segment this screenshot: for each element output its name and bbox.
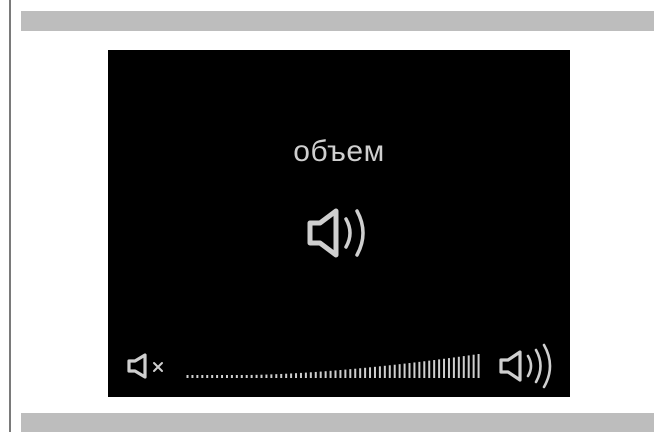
volume-tick (191, 375, 194, 378)
volume-tick (472, 354, 475, 378)
volume-tick (364, 367, 367, 378)
volume-tick (304, 372, 307, 378)
volume-tick (403, 363, 406, 378)
volume-tick (201, 375, 204, 378)
volume-tick (295, 373, 298, 378)
volume-tick (255, 374, 258, 378)
volume-tick (211, 375, 214, 378)
volume-tick (438, 359, 441, 378)
speaker-icon (302, 201, 382, 270)
volume-tick (221, 375, 224, 378)
volume-tick (398, 364, 401, 378)
volume-tick (373, 366, 376, 378)
volume-tick (290, 373, 293, 378)
volume-tick (428, 360, 431, 378)
bottom-band (21, 413, 654, 432)
volume-tick (393, 364, 396, 378)
volume-tick (245, 375, 248, 378)
volume-tick (270, 374, 273, 378)
volume-tick (349, 369, 352, 378)
volume-tick (354, 368, 357, 378)
volume-tick (359, 368, 362, 378)
volume-tick (319, 371, 322, 378)
volume-tick (285, 373, 288, 378)
volume-tick (344, 369, 347, 378)
volume-tick (334, 370, 337, 378)
volume-tick (216, 375, 219, 378)
volume-tick (329, 370, 332, 378)
speaker-muted-icon (126, 353, 174, 384)
left-rule (9, 0, 11, 432)
volume-tick (369, 367, 372, 378)
volume-tick (240, 375, 243, 378)
volume-tick (275, 374, 278, 378)
volume-tick (383, 365, 386, 378)
volume-tick (260, 374, 263, 378)
volume-tick (314, 371, 317, 378)
volume-tick (467, 355, 470, 378)
volume-tick (388, 365, 391, 378)
volume-tick (423, 361, 426, 378)
volume-tick (443, 358, 446, 378)
volume-title: объем (293, 135, 385, 168)
volume-tick (418, 361, 421, 378)
volume-tick (235, 375, 238, 378)
volume-tick (324, 371, 327, 378)
volume-tick (477, 354, 480, 378)
volume-tick (299, 372, 302, 378)
volume-tick (452, 357, 455, 378)
volume-tick (265, 374, 268, 378)
volume-tick (339, 370, 342, 378)
volume-tick (309, 372, 312, 378)
volume-level-bar[interactable] (186, 350, 482, 382)
volume-tick (378, 366, 381, 378)
volume-tick (206, 375, 209, 378)
volume-tick (280, 373, 283, 378)
volume-tick (230, 375, 233, 378)
volume-tick (196, 375, 199, 378)
volume-tick (447, 358, 450, 378)
volume-tick (250, 374, 253, 378)
volume-tick (433, 360, 436, 378)
volume-tick (186, 375, 189, 378)
volume-tick (225, 375, 228, 378)
speaker-loud-icon (498, 343, 558, 394)
volume-screen: объем (108, 50, 570, 397)
volume-tick (413, 362, 416, 378)
volume-tick (408, 363, 411, 378)
volume-tick (462, 356, 465, 378)
volume-tick (457, 356, 460, 378)
top-band (21, 11, 654, 31)
